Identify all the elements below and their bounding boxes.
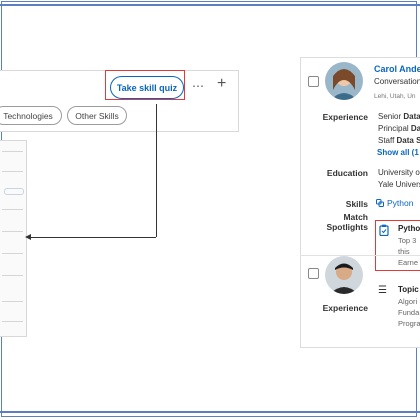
avatar[interactable] (325, 62, 363, 100)
spotlight-highlight (375, 220, 420, 271)
education-item: Yale Univers (378, 180, 420, 189)
experience-label: Experience (322, 303, 368, 313)
quiz-button-highlight (105, 70, 185, 100)
connector-line-vertical (156, 104, 157, 237)
add-skill-icon[interactable]: + (217, 75, 226, 93)
list-icon: ☰ (378, 285, 387, 296)
experience-item: Senior Data (378, 112, 420, 121)
candidate-name-link[interactable]: Carol Ande (374, 64, 420, 74)
connector-arrow-icon (25, 234, 31, 240)
experience-item: Principal Da (378, 124, 420, 133)
skills-label: Skills (345, 199, 368, 209)
quiz-preview-thumbnail (0, 140, 27, 337)
candidate-location: Lehi, Utah, Un (374, 93, 416, 100)
topic-detail: Algori (398, 297, 418, 306)
topic-detail: Funda (398, 308, 420, 317)
chip-other-skills[interactable]: Other Skills (67, 106, 127, 125)
skill-tag-label: Python (387, 198, 414, 208)
select-candidate-checkbox[interactable] (308, 268, 319, 279)
experience-item: Staff Data S (378, 136, 420, 145)
bottom-divider (0, 411, 420, 413)
connector-line-horizontal (30, 237, 156, 238)
spotlights-label: Spotlights (326, 222, 368, 232)
python-icon (376, 199, 384, 207)
experience-label: Experience (322, 112, 368, 122)
topic-detail: Progra (398, 319, 420, 328)
topic-title: Topic (398, 285, 419, 294)
skill-tag-python[interactable]: Python (376, 198, 413, 208)
top-divider (0, 4, 420, 6)
candidate-divider (300, 255, 420, 256)
education-item: University o (378, 168, 420, 177)
show-all-experience-link[interactable]: Show all (1 (377, 148, 419, 157)
match-label: Match (343, 212, 368, 222)
avatar[interactable] (325, 256, 363, 294)
more-options-icon[interactable]: ⋯ (192, 79, 204, 93)
chip-technologies[interactable]: Technologies (0, 106, 62, 125)
candidate-headline: Conversation (374, 77, 420, 86)
select-candidate-checkbox[interactable] (308, 76, 319, 87)
education-label: Education (326, 168, 368, 178)
